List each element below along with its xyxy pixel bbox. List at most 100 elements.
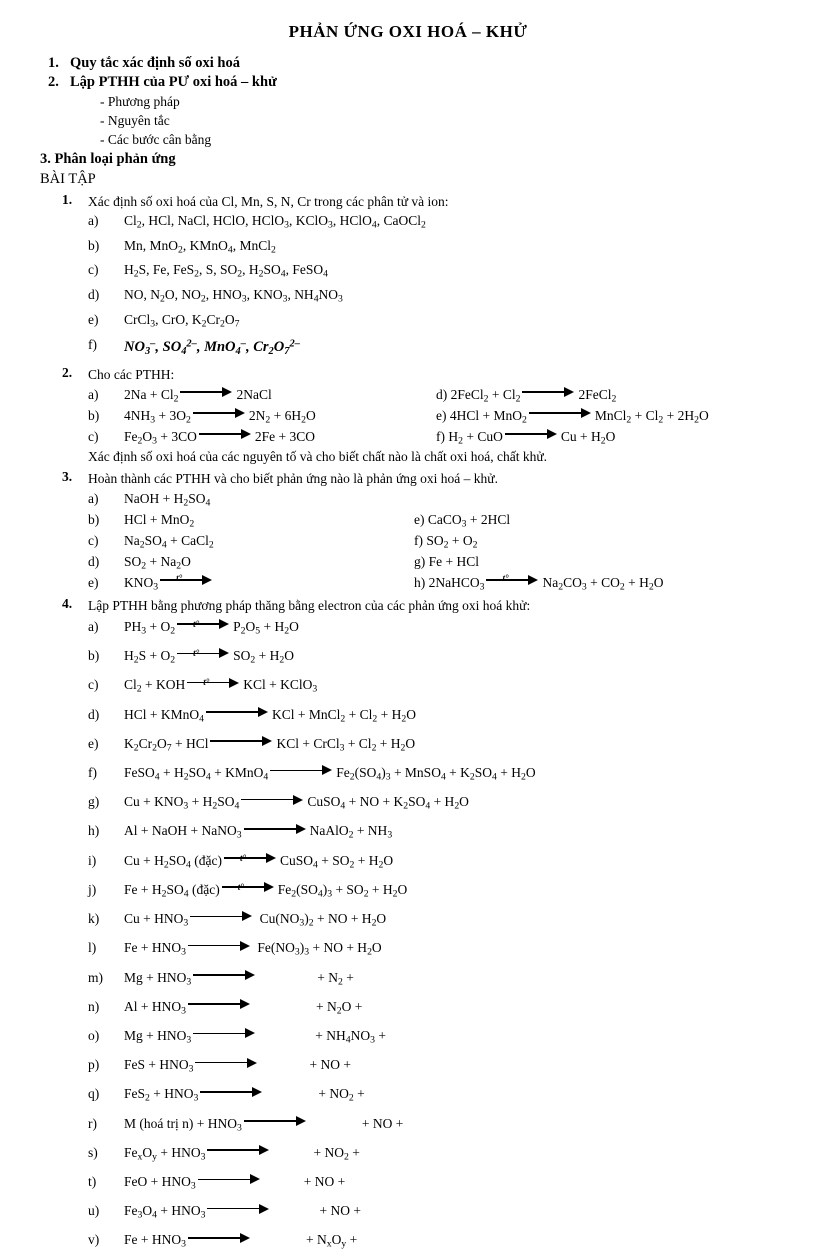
equation: Al + HNO3 + N2O + [124,998,363,1017]
list-item: a) PH3 + O2t°P2O5 + H2O [88,615,816,644]
outline-section: 1. Quy tắc xác định số oxi hoá 2. Lập PT… [0,54,816,189]
reaction-arrow-icon [197,1173,262,1187]
list-item: j) Fe + H2SO4 (đặc)t°Fe2(SO4)3 + SO2 + H2… [88,878,816,907]
item-label: b) [88,407,100,423]
item-label: e) [88,574,99,590]
list-item: i) Cu + H2SO4 (đặc)t°CuSO4 + SO2 + H2O [88,849,816,878]
item-label: u) [88,1203,100,1219]
equation: FeO + HNO3 + NO + [124,1173,346,1192]
list-item: s) FexOy + HNO3 + NO2 + [88,1141,816,1170]
exercise-4-number: 4. [62,595,73,611]
reaction-arrow-icon [195,1056,259,1070]
equation: Cu + KNO3 + H2SO4 CuSO4 + NO + K2SO4 + H2… [124,794,469,812]
table-row: a) NaOH + H2SO4 [88,488,816,509]
exercise-1: 1. Xác định số oxi hoá của Cl, Mn, S, N,… [0,192,816,362]
list-item: a) Cl2, HCl, NaCl, HClO, HClO3, KClO3, H… [88,211,816,236]
item-label: v) [88,1232,100,1248]
reaction-arrow-icon [522,385,576,399]
list-item: d) NO, N2O, NO2, HNO3, KNO3, NH4NO3 [88,285,816,310]
item-label: r) [88,1115,97,1131]
item-label: d) [88,706,100,722]
exercise-4: 4. Lập PTHH bằng phương pháp thăng bằng … [0,596,816,1258]
equation: Mg + HNO3 + N2 + [124,968,354,988]
item-label: a) [88,490,99,506]
item-label: o) [88,1027,100,1043]
reaction-arrow-icon [205,705,270,719]
reaction-arrow-icon [207,1143,271,1157]
item-label: d) [88,287,100,303]
outline-item-2: 2. Lập PTHH của PƯ oxi hoá – khử [0,73,816,92]
list-item: r) M (hoá trị n) + HNO3 + NO + [88,1112,816,1141]
list-item: g) Cu + KNO3 + H2SO4 CuSO4 + NO + K2SO4 + … [88,790,816,819]
equation: Cu + H2SO4 (đặc)t°CuSO4 + SO2 + H2O [124,849,393,878]
item-label: a) [88,213,99,228]
reaction-arrow-icon: t° [187,676,241,690]
item-label: q) [88,1086,100,1102]
equation: Cu + HNO3 Cu(NO3)2 + NO + H2O [124,911,387,929]
reaction-arrow-icon: t° [177,617,231,631]
item-label: c) [88,262,99,278]
equation: FexOy + HNO3 + NO2 + [124,1143,360,1163]
list-item: c) Cl2 + KOHt°KCl + KClO3 [88,673,816,702]
list-item: h) Al + NaOH + NaNO3 NaAlO2 + NH3 [88,819,816,848]
item-label: t) [88,1174,97,1190]
item-content-ions: NO3–, SO42–, MnO4–, Cr2O72– [124,338,300,357]
equation: FeSO4 + H2SO4 + KMnO4 Fe2(SO4)3 + MnSO4 +… [124,764,536,783]
outline-item-2-label: Lập PTHH của PƯ oxi hoá – khử [70,74,277,90]
item-content: NO, N2O, NO2, HNO3, KNO3, NH4NO3 [124,287,343,305]
equation-right: g) Fe + HCl [414,553,479,569]
reaction-arrow-icon [504,427,559,441]
reaction-arrow-icon [198,427,253,441]
reaction-arrow-icon [192,406,247,420]
outline-list: 1. Quy tắc xác định số oxi hoá 2. Lập PT… [0,54,816,92]
exercise-1-heading: Xác định số oxi hoá của Cl, Mn, S, N, Cr… [88,194,449,209]
reaction-arrow-icon: t° [223,851,278,865]
list-item: o) Mg + HNO3 + NH4NO3 + [88,1024,816,1053]
list-item: p) FeS + HNO3 + NO + [88,1053,816,1082]
equation: H2S + O2t°SO2 + H2O [124,644,294,673]
list-item: f) FeSO4 + H2SO4 + KMnO4 Fe2(SO4)3 + MnSO4… [88,761,816,790]
table-row: d) SO2 + Na2O g) Fe + HCl [88,551,816,572]
sub-point-1: - Nguyên tắc [100,113,170,128]
equation: Cl2 + KOHt°KCl + KClO3 [124,673,317,702]
equation: Mg + HNO3 + NH4NO3 + [124,1027,386,1046]
reaction-arrow-icon [207,1202,271,1216]
equation-right: h) 2NaHCO3 t° Na2CO3 + CO2 + H2O [414,572,663,598]
exercise-2-number: 2. [62,364,73,380]
outline-item-1-label: Quy tắc xác định số oxi hoá [70,55,240,71]
list-item: b) H2S + O2t°SO2 + H2O [88,644,816,673]
list-item: l) Fe + HNO3 Fe(NO3)3 + NO + H2O [88,936,816,965]
table-row: a) 2Na + Cl2 2NaCl d) 2FeCl2 + Cl2 2FeCl2 [88,384,816,405]
table-row: e) KNO3 t° h) 2NaHCO3 t° Na2CO3 + CO2 + H2O [88,572,816,593]
arrow-condition-label: t° [502,572,509,583]
reaction-arrow-icon [210,734,274,748]
item-label: c) [88,532,99,548]
equation: Fe3O4 + HNO3 + NO + [124,1202,361,1221]
list-item: m) Mg + HNO3 + N2 + [88,966,816,995]
item-label: e) [88,735,99,751]
item-label: l) [88,940,97,956]
list-item: v) Fe + HNO3 + NxOy + [88,1228,816,1257]
list-item: c) H2S, Fe, FeS2, S, SO2, H2SO4, FeSO4 [88,260,816,285]
item-label: a) [88,618,99,634]
list-item: u) Fe3O4 + HNO3 + NO + [88,1199,816,1228]
equation: FeS + HNO3 + NO + [124,1056,351,1075]
exercise-3: 3. Hoàn thành các PTHH và cho biết phản … [0,469,816,593]
reaction-arrow-icon [243,1114,308,1128]
outline-item-2-number: 2. [48,74,59,90]
item-content: Mn, MnO2, KMnO4, MnCl2 [124,237,276,256]
item-label: s) [88,1144,98,1160]
item-label: m) [88,969,103,985]
exercise-3-number: 3. [62,468,73,484]
equation: HCl + KMnO4 KCl + MnCl2 + Cl2 + H2O [124,705,416,725]
reaction-arrow-icon [193,968,257,982]
list-item: k) Cu + HNO3 Cu(NO3)2 + NO + H2O [88,907,816,936]
item-label: d) [88,553,100,569]
list-item: n) Al + HNO3 + N2O + [88,995,816,1024]
item-content: H2S, Fe, FeS2, S, SO2, H2SO4, FeSO4 [124,262,328,281]
item-label: b) [88,237,100,253]
list-item: d) HCl + KMnO4 KCl + MnCl2 + Cl2 + H2O [88,703,816,732]
equation: Fe + HNO3 Fe(NO3)3 + NO + H2O [124,940,382,959]
equation-right: f) H2 + CuO Cu + H2O [436,427,616,447]
item-label: b) [88,648,100,664]
